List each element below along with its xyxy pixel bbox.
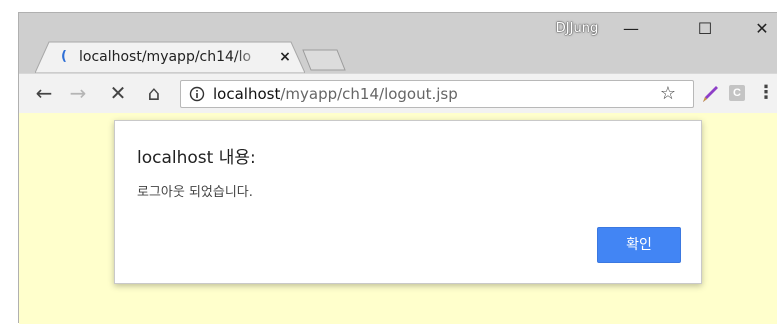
loading-spinner-icon: (: [61, 49, 67, 64]
profile-name[interactable]: DJJung: [552, 19, 602, 39]
window-close-icon[interactable]: ✕: [747, 17, 777, 41]
ok-button[interactable]: 확인: [597, 227, 681, 263]
toolbar: ← → ✕ ⌂ localhost/myapp/ch14/logout.jsp …: [19, 73, 777, 113]
home-icon[interactable]: ⌂: [141, 80, 167, 106]
dialog-message: 로그아웃 되었습니다.: [137, 185, 253, 200]
title-bar: ( localhost/myapp/ch14/lo × DJJung — ☐ ✕: [19, 13, 777, 73]
tab-close-icon[interactable]: ×: [277, 48, 293, 66]
url-host: localhost: [213, 85, 281, 103]
forward-arrow-icon[interactable]: →: [65, 80, 91, 106]
back-arrow-icon[interactable]: ←: [31, 80, 57, 106]
info-icon[interactable]: [189, 86, 205, 102]
bookmark-star-icon[interactable]: ☆: [657, 83, 679, 105]
new-tab-icon: [302, 49, 346, 71]
dialog-title: localhost 내용:: [137, 148, 256, 168]
alert-dialog: localhost 내용: 로그아웃 되었습니다. 확인: [114, 120, 702, 284]
url-text[interactable]: localhost/myapp/ch14/logout.jsp: [213, 84, 458, 104]
address-bar[interactable]: localhost/myapp/ch14/logout.jsp ☆: [180, 80, 694, 108]
pen-extension-icon[interactable]: [699, 83, 721, 105]
minimize-icon[interactable]: —: [616, 17, 646, 41]
screen: ( localhost/myapp/ch14/lo × DJJung — ☐ ✕…: [0, 0, 777, 324]
extension-c-icon[interactable]: C: [729, 85, 745, 101]
stop-loading-icon[interactable]: ✕: [105, 80, 131, 106]
new-tab-button[interactable]: [299, 49, 349, 71]
maximize-icon[interactable]: ☐: [690, 17, 720, 41]
url-path: /myapp/ch14/logout.jsp: [280, 85, 458, 103]
tab-active[interactable]: ( localhost/myapp/ch14/lo ×: [35, 41, 305, 73]
menu-icon[interactable]: ⋮: [757, 82, 775, 104]
tab-title: localhost/myapp/ch14/lo: [79, 49, 252, 65]
